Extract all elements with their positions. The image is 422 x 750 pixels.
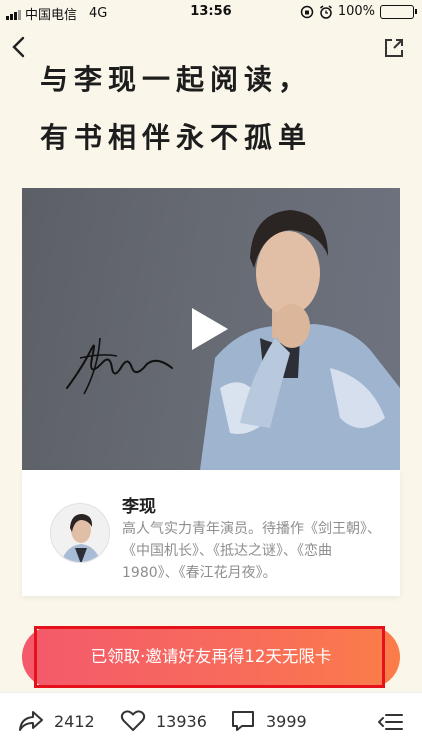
comment-icon bbox=[232, 711, 254, 731]
comment-action[interactable]: 3999 bbox=[230, 709, 307, 733]
invite-friends-button[interactable]: 已领取·邀请好友再得12天无限卡 bbox=[22, 626, 400, 688]
alarm-icon bbox=[319, 4, 332, 19]
share-count: 2412 bbox=[54, 711, 95, 731]
battery-percent: 100% bbox=[337, 4, 375, 19]
heart-icon bbox=[120, 710, 146, 731]
status-right: 100% bbox=[300, 4, 417, 19]
orientation-lock-icon bbox=[300, 5, 314, 18]
video-player[interactable] bbox=[22, 188, 400, 470]
author-bio: 高人气实力青年演员。待播作《剑王朝》、《中国机长》、《抵达之谜》、《恋曲1980… bbox=[122, 521, 381, 581]
comment-count: 3999 bbox=[266, 711, 307, 731]
like-count: 13936 bbox=[156, 711, 207, 731]
author-name: 李现 bbox=[122, 497, 156, 517]
headline-line-1: 与李现一起阅读， bbox=[40, 63, 313, 96]
battery-icon bbox=[380, 4, 417, 19]
author-avatar[interactable] bbox=[50, 503, 110, 563]
bottom-action-bar: 2412 13936 3999 bbox=[0, 692, 422, 750]
status-bar: 中国电信 4G 13:56 100% bbox=[0, 0, 422, 24]
back-button[interactable] bbox=[8, 34, 30, 60]
menu-icon[interactable] bbox=[378, 711, 404, 733]
like-action[interactable]: 13936 bbox=[120, 709, 207, 733]
author-card: 李现 高人气实力青年演员。待播作《剑王朝》、《中国机长》、《抵达之谜》、《恋曲1… bbox=[22, 470, 400, 596]
signature-icon bbox=[66, 337, 173, 395]
share-button[interactable] bbox=[382, 36, 406, 60]
share-icon bbox=[19, 711, 43, 731]
share-action[interactable]: 2412 bbox=[18, 709, 95, 733]
headline-line-2: 有书相伴永不孤单 bbox=[40, 121, 313, 154]
play-icon[interactable] bbox=[188, 306, 230, 352]
